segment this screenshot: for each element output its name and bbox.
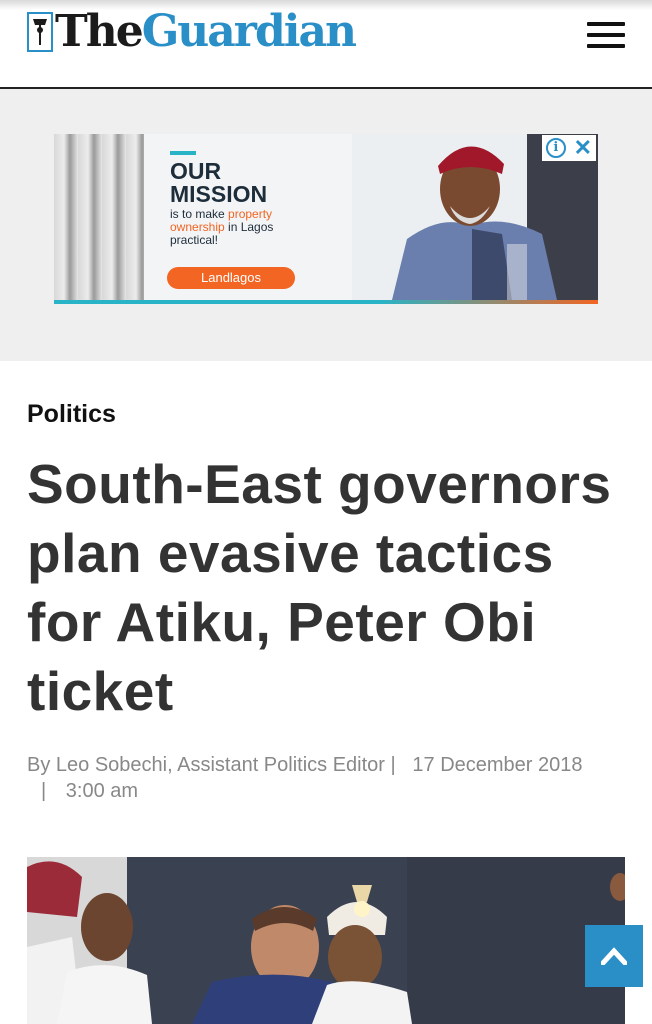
ad-headline-line1: OUR: [170, 158, 222, 184]
byline-time: 3:00 am: [65, 780, 139, 802]
article-hero-image: [27, 857, 625, 1024]
advertisement-banner[interactable]: OUR MISSION is to make property ownershi…: [54, 134, 598, 304]
ad-subtext: is to make property ownership in Lagos p…: [170, 208, 300, 247]
logo-the-text: The: [55, 6, 144, 57]
byline-separator-2: |: [41, 780, 47, 802]
byline-date: 17 December 2018: [412, 754, 583, 776]
ad-headline: OUR MISSION: [170, 160, 267, 206]
guardian-logo[interactable]: TheGuardian: [27, 10, 357, 54]
article-byline: By Leo Sobechi, Assistant Politics Edito…: [27, 752, 607, 804]
ad-container: OUR MISSION is to make property ownershi…: [0, 89, 652, 361]
ad-headline-line2: MISSION: [170, 181, 268, 207]
back-to-top-button[interactable]: [585, 925, 643, 987]
ad-curtain-decoration: [54, 134, 144, 300]
ad-accent-bar: [170, 151, 196, 155]
ad-choices-badge: i ✕: [542, 135, 596, 161]
info-icon[interactable]: i: [545, 138, 566, 158]
section-label[interactable]: Politics: [27, 399, 116, 429]
article-title: South-East governors plan evasive tactic…: [27, 453, 612, 722]
ad-cta-button[interactable]: Landlagos: [167, 267, 295, 289]
ad-bottom-line: [54, 300, 598, 304]
close-icon[interactable]: ✕: [574, 137, 592, 159]
byline-author[interactable]: By Leo Sobechi, Assistant Politics Edito…: [27, 754, 385, 776]
site-header: TheGuardian: [0, 0, 652, 89]
chevron-up-icon: [601, 947, 627, 965]
byline-separator: |: [390, 754, 396, 776]
ad-sub-pre: is to make: [170, 207, 229, 221]
hamburger-menu-icon[interactable]: [587, 22, 625, 48]
logo-guardian-text: Guardian: [141, 6, 357, 57]
guardian-emblem-icon: [27, 12, 53, 52]
